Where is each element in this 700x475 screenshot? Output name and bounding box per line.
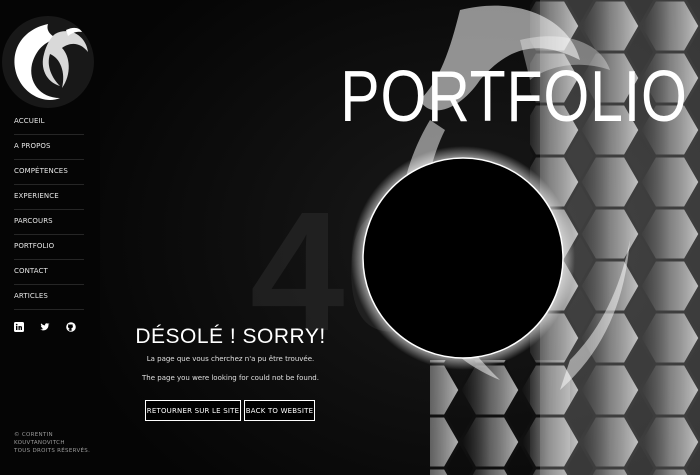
nav-item-competences[interactable]: Compétences	[14, 160, 84, 185]
linkedin-icon[interactable]	[14, 319, 24, 332]
copyright-line: Tous droits réservés.	[14, 448, 91, 454]
copyright-line: © Corentin	[14, 432, 53, 438]
nav-item-parcours[interactable]: Parcours	[14, 210, 84, 235]
error-message-en: The page you were looking for could not …	[142, 374, 319, 382]
back-to-website-button[interactable]: Back to website	[244, 400, 315, 421]
eclipse-circle	[362, 157, 564, 359]
return-to-site-button[interactable]: Retourner sur le site	[145, 400, 241, 421]
phoenix-logo[interactable]	[0, 12, 100, 112]
nav-item-accueil[interactable]: Accueil	[14, 110, 84, 135]
main-content: 404 PORTFOLIO DÉSOLÉ ! SORRY! La page qu…	[100, 0, 700, 475]
github-icon[interactable]	[66, 319, 76, 332]
sidebar: Accueil A propos Compétences Experience …	[0, 0, 100, 475]
nav-item-experience[interactable]: Experience	[14, 185, 84, 210]
hero-title: PORTFOLIO	[340, 57, 688, 137]
nav-item-articles[interactable]: Articles	[14, 285, 84, 310]
nav-item-portfolio[interactable]: Portfolio	[14, 235, 84, 260]
social-links	[14, 319, 76, 332]
copyright: © Corentin Kouvtanovitch Tous droits rés…	[14, 431, 94, 455]
nav-item-contact[interactable]: Contact	[14, 260, 84, 285]
error-message-fr: La page que vous cherchez n'a pu être tr…	[146, 355, 315, 363]
nav-item-a-propos[interactable]: A propos	[14, 135, 84, 160]
twitter-icon[interactable]	[40, 319, 50, 331]
error-heading: DÉSOLÉ ! SORRY!	[135, 325, 326, 348]
copyright-line: Kouvtanovitch	[14, 440, 65, 446]
main-nav: Accueil A propos Compétences Experience …	[14, 110, 84, 310]
